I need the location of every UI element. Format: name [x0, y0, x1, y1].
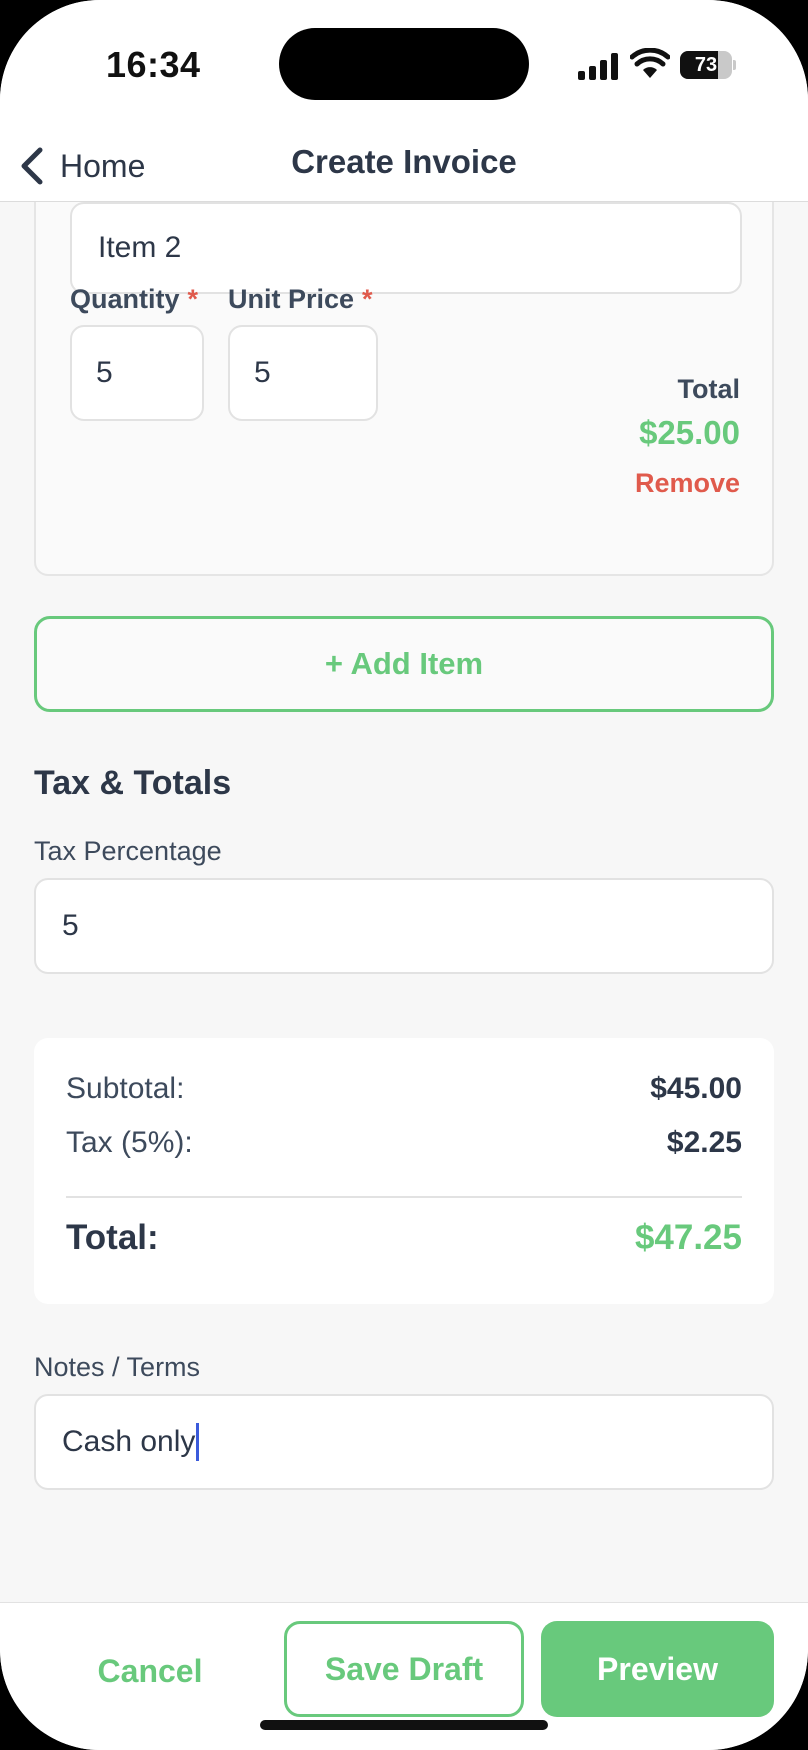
add-item-button[interactable]: + Add Item [34, 616, 774, 712]
status-bar: 16:34 73 [0, 0, 808, 130]
form-scroll-area[interactable]: Item 2 Quantity * Unit Price * 5 5 Total $… [0, 202, 808, 1602]
quantity-label: Quantity * [70, 284, 199, 314]
back-button[interactable]: Home [18, 138, 145, 194]
subtotal-row: Subtotal: $45.00 [66, 1072, 742, 1106]
phone-screen: 16:34 73 Home Create Invoice Item 2 Quan… [0, 0, 808, 1750]
line-item-card: Item 2 Quantity * Unit Price * 5 5 Total $… [34, 202, 774, 576]
required-mark: * [187, 284, 199, 314]
tax-percentage-label: Tax Percentage [34, 836, 222, 866]
notes-input[interactable]: Cash only [34, 1394, 774, 1490]
item-name-input[interactable]: Item 2 [70, 202, 742, 294]
tax-label: Tax (5%): [66, 1126, 193, 1159]
tax-percentage-input[interactable]: 5 [34, 878, 774, 974]
line-total-label: Total [677, 374, 741, 404]
totals-summary: Subtotal: $45.00 Tax (5%): $2.25 Total: … [34, 1038, 774, 1304]
tax-row: Tax (5%): $2.25 [66, 1126, 742, 1160]
unit-price-label: Unit Price * [228, 284, 373, 314]
battery-icon: 73 [680, 51, 736, 79]
text-cursor [196, 1423, 200, 1461]
navigation-bar: Home Create Invoice [0, 130, 808, 202]
signal-icon [578, 53, 618, 80]
back-label: Home [60, 147, 146, 184]
save-draft-button[interactable]: Save Draft [284, 1621, 524, 1717]
grand-total-label: Total: [66, 1218, 159, 1257]
preview-button[interactable]: Preview [541, 1621, 774, 1717]
tax-value: $2.25 [666, 1126, 742, 1159]
notes-label: Notes / Terms [34, 1352, 201, 1382]
notes-text: Cash only [62, 1425, 196, 1458]
status-time: 16:34 [106, 44, 201, 85]
tax-section-title: Tax & Totals [34, 764, 232, 802]
battery-percent: 73 [694, 54, 718, 76]
home-indicator[interactable] [260, 1720, 548, 1730]
dynamic-island [279, 28, 529, 100]
unit-price-input[interactable]: 5 [228, 325, 378, 421]
chevron-left-icon [21, 147, 43, 185]
grand-total-row: Total: $47.25 [66, 1218, 742, 1258]
remove-item-button[interactable]: Remove [635, 468, 740, 499]
summary-divider [66, 1196, 742, 1198]
subtotal-value: $45.00 [650, 1072, 742, 1105]
subtotal-label: Subtotal: [66, 1072, 185, 1105]
cancel-button[interactable]: Cancel [34, 1623, 266, 1719]
grand-total-value: $47.25 [634, 1218, 742, 1257]
wifi-icon [630, 48, 670, 78]
quantity-input[interactable]: 5 [70, 325, 204, 421]
line-total-value: $25.00 [639, 414, 740, 451]
required-mark: * [362, 284, 373, 314]
